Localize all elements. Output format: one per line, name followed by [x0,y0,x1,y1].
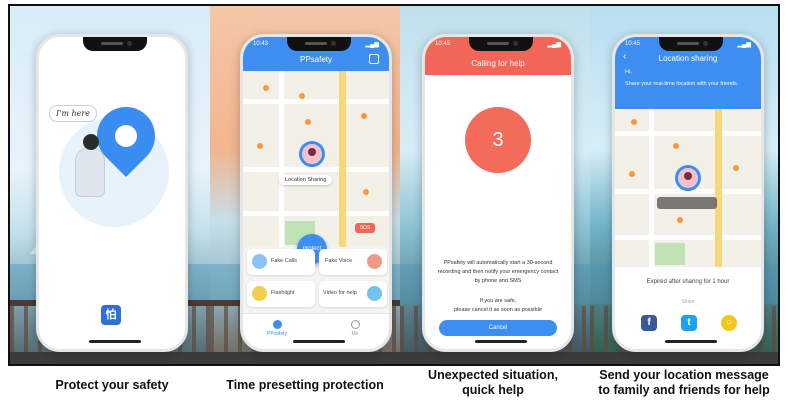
tile-label: Flashlight [271,290,295,296]
fake-voice-tile[interactable]: Fake Voice [319,249,387,275]
message-icon[interactable]: ○ [721,315,737,331]
safe-line-1: If you are safe, [479,298,517,304]
phone-splash: I'm here 怕 [36,34,188,352]
expired-note: Expired after sharing for 1 hour [646,279,730,285]
caption-time-preset: Time presetting protection [226,378,384,392]
phone-notch [287,37,351,51]
caption-line-1: Unexpected situation, [428,368,558,382]
sharing-description: Share your real-time location with your … [625,81,739,87]
greeting: Hi, [625,69,632,75]
cancel-button[interactable]: Cancel [439,320,557,336]
im-here-bubble: I'm here [49,105,97,122]
caption-quick-help: Unexpected situation, quick help [398,368,588,398]
tile-label: Fake Calls [271,258,297,264]
status-time: 10:45 [625,41,641,47]
user-avatar[interactable] [299,141,325,167]
panel-quick-help: 10:45 ▂▄▆ Calling for help 3 PPsafety wi… [400,6,590,364]
feature-grid: Fake Calls Fake Voice Flashlight Video f… [247,249,387,309]
countdown-circle: 3 [465,107,531,173]
tab-bar: PPsafety Me [243,313,389,349]
floor [590,352,778,364]
status-icons: ▂▄▆ [547,42,561,48]
caption-location-share: Send your location message to family and… [586,368,782,398]
panel-location-share: 10:45 ▂▄▆ ‹ Location sharing Hi, Share y… [590,6,778,364]
tile-label: Video for help [323,290,357,296]
caption-line-2: to family and friends for help [598,383,770,397]
caption-line-2: quick help [462,383,524,397]
video-for-help-tile[interactable]: Video for help [319,281,387,307]
status-time: 10:43 [253,41,269,47]
panel-time-preset: 10:43 ▂▄▆ PPsafety Location Sharing SOS [210,6,400,364]
flashlight-icon [252,286,267,301]
tile-label: Fake Voice [325,258,353,264]
home-indicator [665,340,717,343]
recording-message: PPsafety will automatically start a 30-s… [437,260,559,284]
floor [400,352,590,364]
safe-line-2: please cancel it as soon as possible [454,307,542,313]
home-indicator [89,340,141,343]
map-view[interactable]: Location Sharing SOS [243,71,389,247]
phone-icon [252,254,267,269]
sharing-title: Location sharing [658,54,718,63]
user-icon [350,320,360,329]
girl-illustration [75,134,105,197]
facebook-icon[interactable]: f [641,315,657,331]
screenshot-strip: I'm here 怕 10:43 ▂▄▆ PPsafety Location S… [8,4,780,366]
camera-icon [367,286,382,301]
caption-protect: Protect your safety [55,378,169,392]
calling-title: Calling for help [471,59,525,68]
phone-notch [659,37,723,51]
home-indicator [293,340,345,343]
tab-label: PPsafety [266,331,287,337]
status-icons: ▂▄▆ [737,42,751,48]
tab-label: Me [351,331,359,337]
shield-icon [272,320,282,329]
map-view[interactable] [615,109,761,267]
caption-line-1: Send your location message [599,368,769,382]
app-title: PPsafety [299,55,332,64]
floor [210,352,400,364]
phone-notch [469,37,533,51]
safe-message: If you are safe, please cancel it as soo… [435,297,561,315]
floor [10,352,210,364]
menu-icon[interactable] [369,54,379,64]
app-logo: 怕 [101,305,121,325]
tab-me[interactable]: Me [335,320,375,337]
phone-main: 10:43 ▂▄▆ PPsafety Location Sharing SOS [240,34,392,352]
phone-calling: 10:45 ▂▄▆ Calling for help 3 PPsafety wi… [422,34,574,352]
map-tooltip [657,197,717,209]
share-label: Share [681,299,695,305]
sos-button[interactable]: SOS [355,223,375,233]
tab-ppsafety[interactable]: PPsafety [257,320,297,337]
panel-protect: I'm here 怕 [10,6,210,364]
status-time: 10:45 [435,41,451,47]
home-indicator [475,340,527,343]
phone-notch [83,37,147,51]
voice-icon [367,254,382,269]
location-sharing-chip[interactable]: Location Sharing [279,175,333,185]
phone-location-sharing: 10:45 ▂▄▆ ‹ Location sharing Hi, Share y… [612,34,764,352]
flashlight-tile[interactable]: Flashlight [247,281,315,307]
fake-calls-tile[interactable]: Fake Calls [247,249,315,275]
status-icons: ▂▄▆ [365,42,379,48]
twitter-icon[interactable]: t [681,315,697,331]
user-avatar[interactable] [675,165,701,191]
